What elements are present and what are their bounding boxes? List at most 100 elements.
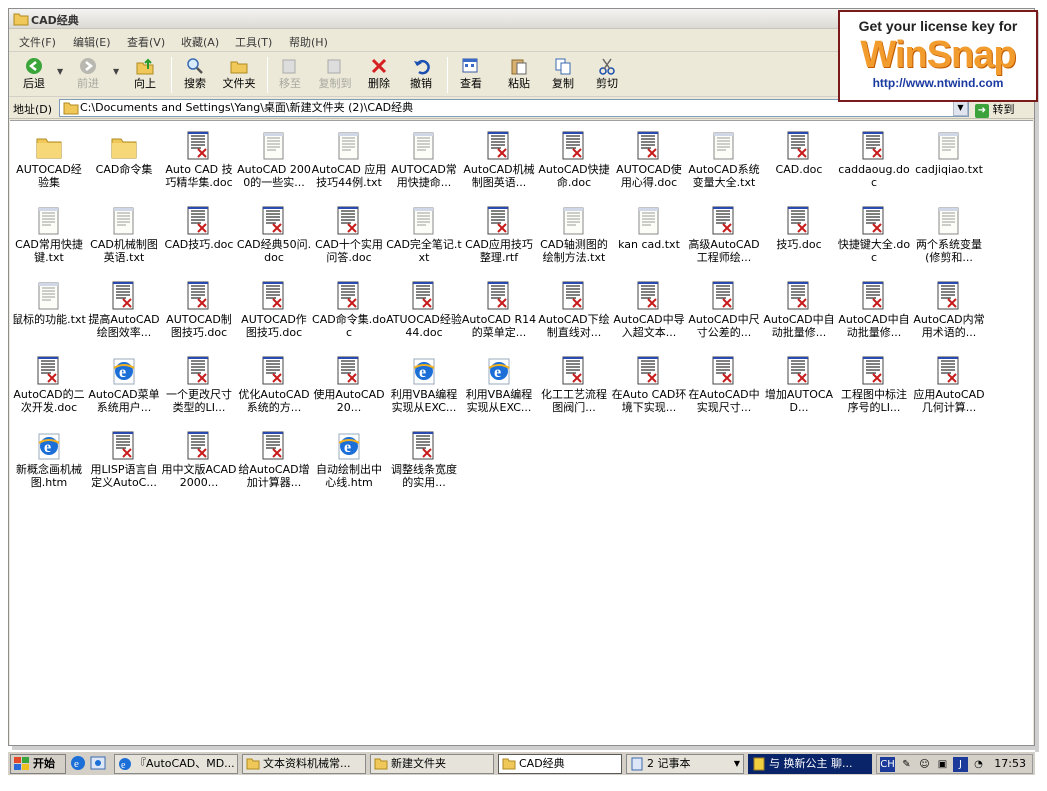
file-item[interactable]: caddaoug.doc: [837, 129, 911, 201]
file-item[interactable]: AUTOCAD经验集: [12, 129, 86, 201]
copy-to-button[interactable]: 复制到: [311, 55, 359, 95]
back-dropdown-icon[interactable]: ▼: [57, 67, 63, 76]
file-item[interactable]: 在AutoCAD中实现尺寸...: [687, 354, 761, 426]
copy-button[interactable]: 复制: [543, 55, 583, 95]
ime-icon[interactable]: ✎: [899, 757, 914, 772]
file-item[interactable]: cadjiqiao.txt: [912, 129, 986, 201]
file-item[interactable]: AutoCAD中导入超文本...: [612, 279, 686, 351]
file-item[interactable]: CAD轴测图的绘制方法.txt: [537, 204, 611, 276]
file-item[interactable]: CAD命令集: [87, 129, 161, 201]
file-item[interactable]: 使用AutoCAD20...: [312, 354, 386, 426]
search-button[interactable]: 搜索: [175, 55, 215, 95]
file-item[interactable]: 用中文版ACAD2000...: [161, 429, 237, 501]
file-item[interactable]: AutoCAD中尺寸公差的...: [687, 279, 761, 351]
folders-button[interactable]: 文件夹: [217, 55, 261, 95]
file-item[interactable]: 调整线条宽度的实用...: [387, 429, 461, 501]
file-item[interactable]: CAD十个实用问答.doc: [312, 204, 386, 276]
taskbar-button-new-folder[interactable]: 新建文件夹: [370, 754, 494, 774]
file-item[interactable]: 化工工艺流程图阀门...: [537, 354, 611, 426]
file-item[interactable]: CAD机械制图英语.txt: [87, 204, 161, 276]
file-item[interactable]: CAD完全笔记.txt: [386, 204, 462, 276]
ie-document-icon: e: [36, 431, 62, 461]
menu-view[interactable]: 查看(V): [125, 34, 167, 50]
file-item[interactable]: AutoCAD 2000的一些实...: [237, 129, 311, 201]
file-item[interactable]: 应用AutoCAD几何计算...: [912, 354, 986, 426]
file-item[interactable]: 优化AutoCAD系统的方...: [237, 354, 311, 426]
address-dropdown-icon[interactable]: ▼: [953, 100, 968, 116]
file-item[interactable]: CAD技巧.doc: [162, 204, 236, 276]
file-item[interactable]: AutoCAD中自动批量修...: [762, 279, 836, 351]
file-item[interactable]: 一个更改尺寸类型的LI...: [162, 354, 236, 426]
file-item[interactable]: ATUOCAD经验44.doc: [386, 279, 462, 351]
menu-edit[interactable]: 编辑(E): [71, 34, 113, 50]
address-input[interactable]: C:\Documents and Settings\Yang\桌面\新建文件夹 …: [59, 99, 969, 117]
file-item[interactable]: 技巧.doc: [762, 204, 836, 276]
start-button[interactable]: 开始: [10, 754, 66, 774]
file-item[interactable]: 给AutoCAD增加计算器...: [237, 429, 311, 501]
menu-file[interactable]: 文件(F): [17, 34, 58, 50]
file-item[interactable]: 快捷键大全.doc: [837, 204, 911, 276]
undo-button[interactable]: 撤销: [401, 55, 441, 95]
file-item[interactable]: e AutoCAD菜单系统用户...: [87, 354, 161, 426]
file-item[interactable]: AutoCAD 应用技巧44例.txt: [312, 129, 386, 201]
menu-help[interactable]: 帮助(H): [287, 34, 330, 50]
file-item[interactable]: AutoCAD R14的菜单定...: [462, 279, 536, 351]
delete-button[interactable]: 删除: [361, 55, 397, 95]
file-item[interactable]: AUTOCAD制图技巧.doc: [162, 279, 236, 351]
file-item[interactable]: AutoCAD中自动批量修...: [837, 279, 911, 351]
file-item[interactable]: 用LISP语言自定义AutoC...: [87, 429, 161, 501]
file-item[interactable]: AutoCAD下绘制直线对...: [537, 279, 611, 351]
file-item[interactable]: e 利用VBA编程实现从EXC...: [387, 354, 461, 426]
forward-dropdown-icon[interactable]: ▼: [113, 67, 119, 76]
file-item[interactable]: CAD命令集.doc: [312, 279, 386, 351]
up-button[interactable]: 向上: [125, 55, 165, 95]
taskbar-button-chat[interactable]: 与 换新公主 聊...: [748, 754, 872, 774]
move-to-button[interactable]: 移至: [271, 55, 309, 95]
file-item[interactable]: CAD.doc: [762, 129, 836, 201]
file-item[interactable]: kan cad.txt: [612, 204, 686, 276]
file-item[interactable]: CAD经典50问.doc: [237, 204, 311, 276]
taskbar-button-autocad-ie[interactable]: e 『AutoCAD、MD...: [114, 754, 238, 774]
file-item[interactable]: 工程图中标注序号的LI...: [837, 354, 911, 426]
file-item[interactable]: Auto CAD 技巧精华集.doc: [162, 129, 236, 201]
file-item[interactable]: 提高AutoCAD绘图效率...: [87, 279, 161, 351]
menu-tools[interactable]: 工具(T): [233, 34, 274, 50]
views-button[interactable]: 查看: [451, 55, 491, 95]
file-list-view[interactable]: AUTOCAD经验集 CAD命令集 Auto CAD 技巧精华集.doc AutoCA…: [10, 120, 1033, 745]
file-item[interactable]: e 自动绘制出中心线.htm: [312, 429, 386, 501]
file-item[interactable]: CAD常用快捷键.txt: [12, 204, 86, 276]
cut-button[interactable]: 剪切: [587, 55, 627, 95]
taskbar-button-notepad-group[interactable]: 2 记事本 ▼: [626, 754, 744, 774]
go-button[interactable]: ➜ 转到: [975, 101, 1015, 118]
file-item[interactable]: AUTOCAD常用快捷命...: [387, 129, 461, 201]
file-item[interactable]: 鼠标的功能.txt: [12, 279, 86, 351]
file-item[interactable]: 增加AUTOCAD...: [762, 354, 836, 426]
back-button[interactable]: 后退: [13, 55, 55, 95]
taskbar-button-cad-classic[interactable]: CAD经典: [498, 754, 622, 774]
quicklaunch-outlook-icon[interactable]: [90, 755, 106, 774]
qq-icon[interactable]: ☺: [917, 757, 932, 772]
file-item[interactable]: e 利用VBA编程实现从EXC...: [462, 354, 536, 426]
taskbar-button-text-materials[interactable]: 文本资料机械常...: [242, 754, 366, 774]
file-item[interactable]: 在Auto CAD环境下实现...: [612, 354, 686, 426]
file-item[interactable]: e 新概念画机械图.htm: [12, 429, 86, 501]
paste-button[interactable]: 粘贴: [499, 55, 539, 95]
file-item[interactable]: AutoCAD的二次开发.doc: [12, 354, 86, 426]
sound-icon[interactable]: ◔: [971, 757, 986, 772]
java-icon[interactable]: J: [953, 757, 968, 772]
file-item[interactable]: AutoCAD快捷命.doc: [537, 129, 611, 201]
language-indicator[interactable]: CH: [880, 757, 895, 772]
file-item[interactable]: AutoCAD系统变量大全.txt: [687, 129, 761, 201]
file-item[interactable]: CAD应用技巧整理.rtf: [462, 204, 536, 276]
file-item[interactable]: AutoCAD内常用术语的...: [912, 279, 986, 351]
menu-favorites[interactable]: 收藏(A): [179, 34, 221, 50]
file-item[interactable]: AUTOCAD使用心得.doc: [612, 129, 686, 201]
file-item[interactable]: AUTOCAD作图技巧.doc: [237, 279, 311, 351]
quicklaunch-ie-icon[interactable]: e: [70, 755, 86, 774]
forward-button[interactable]: 前进: [67, 55, 109, 95]
word-document-icon: [561, 131, 587, 161]
file-item[interactable]: 高级AutoCAD工程师绘...: [687, 204, 761, 276]
file-item[interactable]: AutoCAD机械制图英语...: [462, 129, 536, 201]
file-item[interactable]: 两个系统变量(修剪和...: [912, 204, 986, 276]
network-icon[interactable]: ▣: [935, 757, 950, 772]
